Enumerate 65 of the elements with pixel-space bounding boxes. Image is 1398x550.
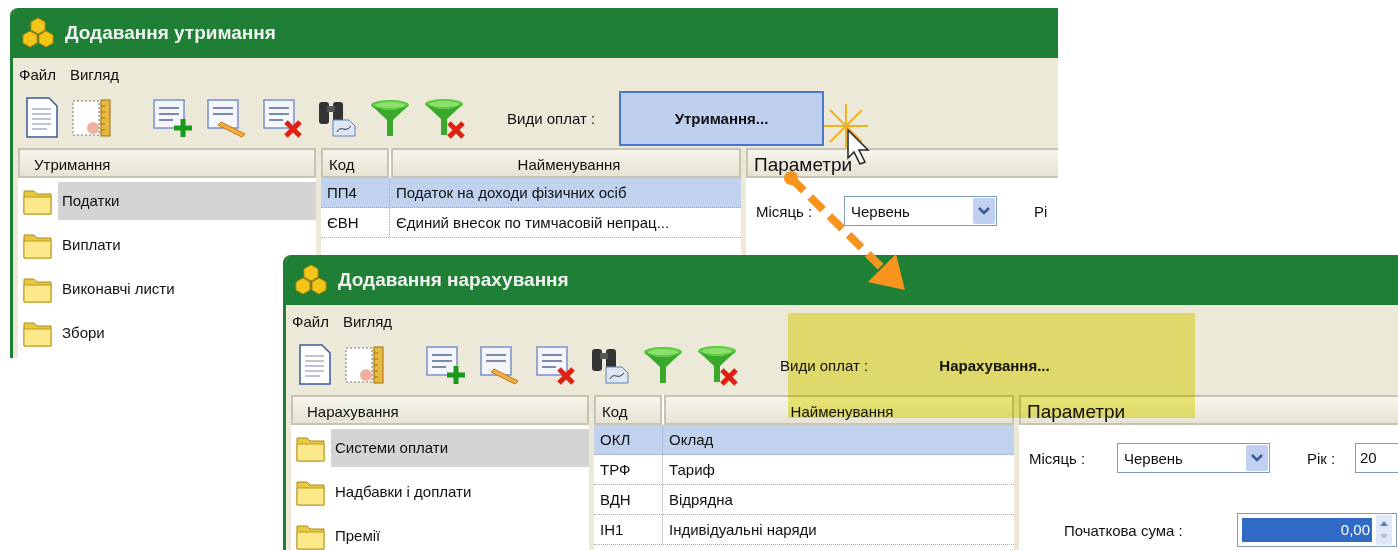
column-header[interactable]: Код	[321, 148, 389, 178]
table-cell: Відрядна	[662, 485, 1014, 514]
table-cell-text: ТРФ	[599, 460, 632, 480]
table-row[interactable]: ПП4 Податок на доходи фізичних осіб	[321, 178, 741, 208]
table-row[interactable]: ВДН Відрядна	[594, 485, 1014, 515]
tree-item[interactable]: Виплати	[58, 226, 121, 264]
tree-item[interactable]: Надбавки і доплати	[331, 473, 472, 511]
pay-types-button[interactable]: Утримання...	[619, 90, 824, 146]
delete-record-icon[interactable]	[263, 98, 305, 138]
month-dropdown[interactable]: Червень	[844, 196, 997, 226]
month-label: Місяць :	[756, 202, 814, 220]
table-row[interactable]: ІН1 Індивідуальні наряди	[594, 515, 1014, 545]
month-dropdown[interactable]: Червень	[1117, 443, 1270, 473]
document-icon[interactable]	[298, 344, 332, 386]
report-ruler-icon[interactable]	[71, 98, 113, 138]
add-record-icon[interactable]	[153, 98, 195, 138]
start-sum-label: Початкова сума :	[1064, 521, 1184, 539]
table-row[interactable]: ОКЛ Оклад	[594, 425, 1014, 455]
window-title: Додавання нарахування	[338, 269, 569, 291]
funnel-remove-icon[interactable]	[696, 344, 740, 386]
tree-item[interactable]: Системи оплати	[331, 429, 589, 467]
start-sum-field[interactable]: 0,00	[1237, 513, 1397, 547]
spinner-arrows-icon[interactable]	[1376, 515, 1392, 545]
add-record-icon[interactable]	[426, 345, 468, 385]
menu-item[interactable]: Файл	[19, 66, 56, 86]
tree-item[interactable]: Премії	[331, 517, 381, 550]
table-cell-text: ІН1	[599, 520, 625, 540]
menu-item[interactable]: Файл	[292, 313, 329, 333]
year-label: Рік :	[1307, 449, 1337, 467]
pay-types-label: Види оплат :	[507, 109, 597, 127]
year-field[interactable]: 20	[1355, 443, 1398, 473]
honeycomb-logo-icon	[21, 17, 55, 49]
table-cell-text: ЄВН	[326, 213, 360, 233]
menu-item[interactable]: Вигляд	[342, 313, 393, 333]
tree-header: Утримання	[18, 148, 316, 178]
funnel-icon[interactable]	[369, 98, 411, 138]
tree-item[interactable]: Збори	[58, 314, 105, 352]
table-cell-text: ПП4	[326, 183, 358, 203]
tree-header: Нарахування	[291, 395, 589, 425]
column-header[interactable]: Код	[594, 395, 662, 425]
column-header[interactable]: Найменування	[391, 148, 741, 178]
tree-item[interactable]: Податки	[58, 182, 316, 220]
month-label: Місяць :	[1029, 449, 1087, 467]
table-row[interactable]: ТРФ Тариф	[594, 455, 1014, 485]
report-ruler-icon[interactable]	[344, 345, 386, 385]
table-cell: Податок на доходи фізичних осіб	[389, 178, 741, 207]
menu-item[interactable]: Вигляд	[69, 66, 120, 86]
click-spark-icon	[823, 103, 869, 149]
year-label: Рі	[1034, 202, 1049, 220]
table-cell-text: ВДН	[599, 490, 632, 510]
table-cell: Тариф	[662, 455, 1014, 484]
panel-header: Параметри	[746, 148, 1058, 178]
table-cell: Єдиний внесок по тимчасовій непрац...	[389, 208, 741, 237]
delete-record-icon[interactable]	[536, 345, 578, 385]
funnel-icon[interactable]	[642, 345, 684, 385]
table-row[interactable]: ЄВН Єдиний внесок по тимчасовій непрац...	[321, 208, 741, 238]
table-cell: Індивідуальні наряди	[662, 515, 1014, 544]
pay-types-label: Види оплат :	[780, 356, 870, 374]
table-cell: Оклад	[662, 425, 1014, 454]
window-title: Додавання утримання	[65, 22, 276, 44]
document-icon[interactable]	[25, 97, 59, 139]
honeycomb-logo-icon	[294, 264, 328, 296]
funnel-remove-icon[interactable]	[423, 97, 467, 139]
tree-item[interactable]: Виконавчі листи	[58, 270, 175, 308]
table-cell-text: ОКЛ	[599, 430, 632, 450]
